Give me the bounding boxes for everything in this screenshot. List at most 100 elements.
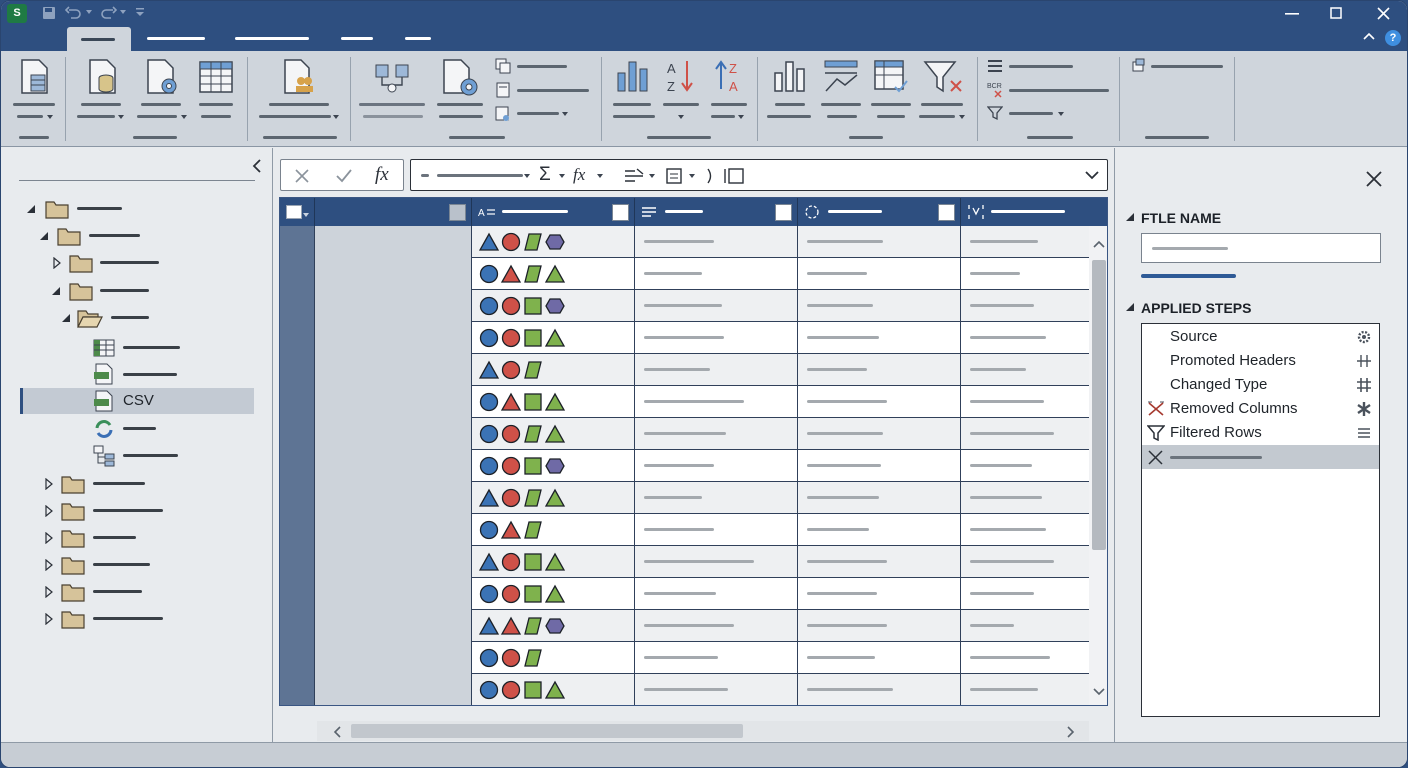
row-number-cell[interactable] [280,546,315,578]
dropdown-arrow-icon[interactable] [649,174,655,178]
table-cell[interactable] [798,642,961,674]
row-number-cell[interactable] [280,418,315,450]
tree-item[interactable] [1,334,273,360]
tree-item[interactable] [1,278,273,304]
tree-item[interactable] [1,250,273,276]
expanded-arrow-icon[interactable] [62,314,71,323]
collapse-ribbon-icon[interactable] [1363,32,1375,40]
minimize-icon[interactable] [1285,13,1299,15]
table-cell[interactable] [961,674,1089,705]
table-row[interactable] [280,290,1089,322]
shapes-cell[interactable] [472,450,635,482]
table-cell[interactable] [315,354,472,386]
tree-item[interactable] [1,606,273,632]
shapes-cell[interactable] [472,546,635,578]
table-cell[interactable] [798,354,961,386]
step-source[interactable]: Source [1142,325,1379,349]
sort-descending-icon[interactable]: ZA [713,59,745,95]
table-row[interactable] [280,610,1089,642]
trend-icon[interactable] [823,59,859,95]
row-number-cell[interactable] [280,226,315,258]
sum-icon[interactable]: Σ [539,164,551,186]
shapes-cell[interactable] [472,226,635,258]
row-number-cell[interactable] [280,514,315,546]
table-cell[interactable] [315,642,472,674]
table-cell[interactable] [798,674,961,705]
table-cell[interactable] [961,642,1089,674]
dropdown-arrow-icon[interactable] [47,115,53,119]
row-number-cell[interactable] [280,322,315,354]
select-all-corner[interactable] [280,198,315,226]
new-source-icon[interactable] [19,59,51,95]
table-cell[interactable] [961,546,1089,578]
tree-item[interactable] [1,223,273,249]
manage-parameters-icon[interactable] [281,59,317,95]
shapes-cell[interactable] [472,578,635,610]
row-number-cell[interactable] [280,290,315,322]
collapsed-arrow-icon[interactable] [45,559,53,571]
table-row[interactable] [280,418,1089,450]
data-settings-icon[interactable] [145,59,181,97]
dropdown-arrow-icon[interactable] [597,174,603,178]
row-number-cell[interactable] [280,258,315,290]
confirm-formula-icon[interactable] [335,168,353,184]
dropdown-arrow-icon[interactable] [559,174,565,178]
column-header[interactable] [635,198,798,226]
table-cell[interactable] [315,386,472,418]
paren-icon[interactable] [705,167,715,185]
table-cell[interactable] [798,546,961,578]
shapes-cell[interactable] [472,674,635,705]
grid-icon[interactable] [1356,377,1372,393]
scroll-thumb[interactable] [351,724,743,738]
table-cell[interactable] [315,290,472,322]
table-cell[interactable] [315,546,472,578]
step-selected[interactable] [1142,445,1379,469]
query-name-input[interactable] [1141,233,1381,263]
table-cell[interactable] [798,450,961,482]
table-cell[interactable] [315,610,472,642]
table-cell[interactable] [798,610,961,642]
shapes-cell[interactable] [472,354,635,386]
tree-item[interactable] [1,442,273,468]
step-filtered-rows[interactable]: Filtered Rows [1142,421,1379,445]
table-cell[interactable] [961,610,1089,642]
table-cell[interactable] [635,418,798,450]
table-cell[interactable] [798,514,961,546]
collapsed-arrow-icon[interactable] [45,478,53,490]
formula-input[interactable]: Σ fx [410,159,1108,191]
column-header[interactable] [961,198,1107,226]
table-cell[interactable] [798,482,961,514]
shapes-cell[interactable] [472,514,635,546]
dropdown-arrow-icon[interactable] [333,115,339,119]
table-cell[interactable] [798,258,961,290]
table-cell[interactable] [315,226,472,258]
horizontal-scrollbar[interactable] [317,721,1089,741]
table-cell[interactable] [635,610,798,642]
tab-5[interactable] [405,37,431,40]
format-icon[interactable] [623,167,645,185]
lines-icon[interactable] [1356,426,1372,440]
table-cell[interactable] [315,322,472,354]
collapsed-arrow-icon[interactable] [45,532,53,544]
dropdown-arrow-icon[interactable] [562,112,568,116]
table-cell[interactable] [315,482,472,514]
step-promoted-headers[interactable]: Promoted Headers [1142,349,1379,373]
sort-ascending-icon[interactable]: AZ [665,59,697,95]
tree-item[interactable] [1,361,273,387]
delete-step-icon[interactable] [1148,450,1163,465]
table-cell[interactable] [315,578,472,610]
save-icon[interactable] [42,6,56,20]
table-row[interactable] [280,578,1089,610]
table-cell[interactable] [961,354,1089,386]
table-cell[interactable] [961,450,1089,482]
collapsed-arrow-icon[interactable] [45,613,53,625]
database-source-icon[interactable] [87,59,119,95]
refresh-data-icon[interactable] [1131,58,1147,74]
column-header[interactable] [315,198,472,226]
table-cell[interactable] [635,226,798,258]
table-cell[interactable] [798,226,961,258]
asterisk-icon[interactable] [1356,401,1372,417]
table-cell[interactable] [315,258,472,290]
table-cell[interactable] [315,450,472,482]
row-number-cell[interactable] [280,642,315,674]
